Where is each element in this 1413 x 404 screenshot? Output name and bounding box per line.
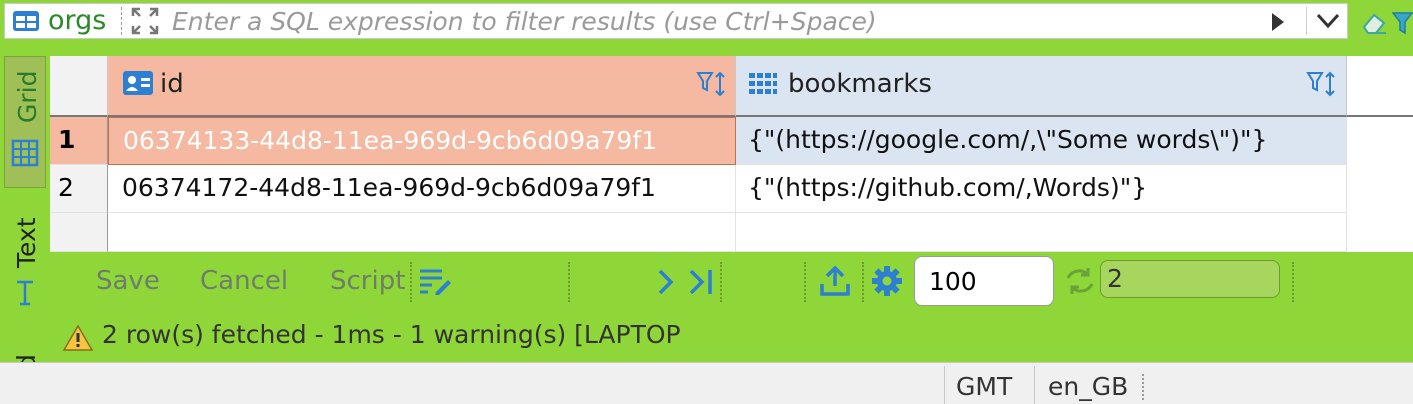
tab-other-label: d xyxy=(12,354,41,362)
locale-label[interactable]: en_GB xyxy=(1048,372,1128,401)
status-message: 2 row(s) fetched - 1ms - 1 warning(s) [L… xyxy=(102,320,681,349)
next-page-icon[interactable] xyxy=(656,268,676,296)
column-header-id[interactable]: id xyxy=(108,56,736,117)
row-count-field: 2 xyxy=(1100,260,1280,298)
table-cell-bookmarks[interactable]: {"(https://google.com/,\"Some words\")"} xyxy=(736,117,1347,165)
column-header-label: bookmarks xyxy=(788,69,932,99)
tab-text-label: Text xyxy=(12,217,41,268)
divider xyxy=(944,366,945,404)
divider xyxy=(1142,374,1144,400)
key-column-icon xyxy=(123,71,153,95)
grid-icon xyxy=(11,139,39,167)
empty-cell xyxy=(108,213,736,252)
sort-filter-icon[interactable] xyxy=(696,70,728,98)
fetch-size-input[interactable] xyxy=(914,256,1054,306)
run-filter-icon[interactable] xyxy=(1268,10,1288,34)
table-icon xyxy=(13,11,39,31)
row-number[interactable]: 2 xyxy=(50,165,108,213)
warning-icon xyxy=(62,324,94,351)
table-cell-bookmarks[interactable]: {"(https://github.com/,Words)"} xyxy=(736,165,1347,213)
last-page-icon[interactable] xyxy=(688,268,716,296)
divider xyxy=(720,262,722,302)
row-number-empty xyxy=(50,213,108,252)
funnel-icon[interactable] xyxy=(1392,7,1413,37)
eraser-icon[interactable] xyxy=(1360,7,1390,37)
text-icon xyxy=(17,280,33,306)
filter-input[interactable] xyxy=(172,3,1252,39)
empty-cell xyxy=(736,213,1347,252)
array-column-icon xyxy=(749,73,777,94)
divider xyxy=(1306,7,1307,35)
divider xyxy=(1034,366,1035,404)
table-cell-id[interactable]: 06374133-44d8-11ea-969d-9cb6d09a79f1 xyxy=(108,117,736,165)
chevron-down-icon[interactable] xyxy=(1316,12,1340,30)
gear-icon[interactable] xyxy=(870,264,904,298)
refresh-icon[interactable] xyxy=(1064,266,1096,296)
tab-other[interactable]: d xyxy=(4,340,46,362)
row-number[interactable]: 1 xyxy=(50,117,108,165)
expand-icon[interactable] xyxy=(130,6,160,36)
cancel-button[interactable]: Cancel xyxy=(200,266,288,296)
divider xyxy=(862,262,864,302)
divider xyxy=(804,262,806,302)
edit-format-icon[interactable] xyxy=(418,266,452,296)
timezone-label[interactable]: GMT xyxy=(956,372,1012,401)
divider xyxy=(121,7,123,35)
status-bar xyxy=(0,362,1413,404)
tab-grid[interactable]: Grid xyxy=(4,56,46,188)
table-cell-id[interactable]: 06374172-44d8-11ea-969d-9cb6d09a79f1 xyxy=(108,165,736,213)
column-header-bookmarks[interactable]: bookmarks xyxy=(736,56,1347,117)
divider xyxy=(568,262,570,302)
tab-grid-label: Grid xyxy=(13,70,42,123)
results-grid: id bookmarks 1 06374133-44d8-11ea-969d-9… xyxy=(50,56,1413,252)
save-button[interactable]: Save xyxy=(96,266,160,296)
row-number-header xyxy=(50,56,108,117)
script-button[interactable]: Script xyxy=(330,266,405,296)
divider xyxy=(410,262,412,302)
column-header-label: id xyxy=(160,69,184,99)
divider xyxy=(1292,262,1294,302)
export-icon[interactable] xyxy=(818,264,852,298)
table-name[interactable]: orgs xyxy=(48,3,106,39)
sort-filter-icon[interactable] xyxy=(1306,70,1338,98)
header-filler xyxy=(1347,56,1413,117)
tab-text[interactable]: Text xyxy=(4,200,46,312)
